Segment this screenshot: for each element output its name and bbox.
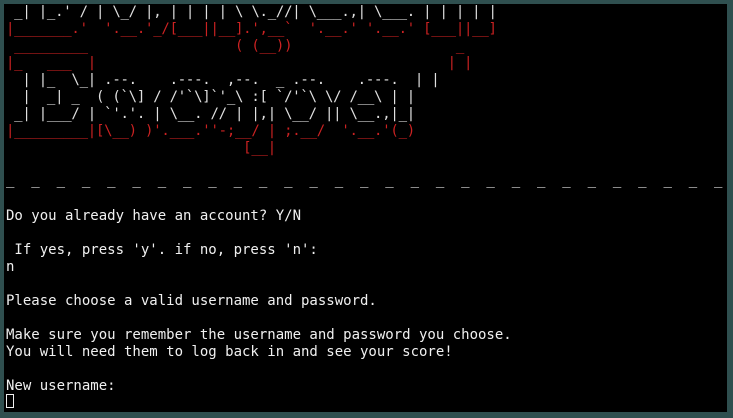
banner-line: [__|	[6, 140, 276, 156]
text-cursor[interactable]	[6, 394, 14, 408]
banner-line: | |_ \_| .--. .---. ,--. _ .--. .---. | …	[6, 72, 440, 88]
banner-line: |_________|[\__) )'.___.''-;__/ | ;.__/ …	[6, 123, 415, 139]
banner-line: _| |___/ | `'.'. | \__. // | |,| \__/ ||…	[6, 106, 415, 122]
banner-line: |_______.' '.__.'_/[___||__].',__` '.__.…	[6, 21, 497, 37]
output-line: You will need them to log back in and se…	[6, 344, 453, 360]
ascii-art-banner: _| |_.' / | \_/ |, | | | | \ \._//| \___…	[6, 4, 497, 157]
separator-line: _ _ _ _ _ _ _ _ _ _ _ _ _ _ _ _ _ _ _ _ …	[6, 172, 723, 188]
output-line: If yes, press 'y'. if no, press 'n':	[6, 242, 318, 258]
output-line: New username:	[6, 378, 116, 394]
output-line: Make sure you remember the username and …	[6, 327, 512, 343]
output-line: Please choose a valid username and passw…	[6, 293, 377, 309]
banner-line: _________ ( (__)) _	[6, 38, 465, 54]
output-line: n	[6, 259, 15, 275]
terminal-output: Do you already have an account? Y/N If y…	[6, 208, 512, 395]
output-line: Do you already have an account? Y/N	[6, 208, 302, 224]
banner-line: |_ ___ | | |	[6, 55, 473, 71]
banner-line: | _| _ ( (`\] / /'`\]`'_\ :[ `/'`\ \/ /_…	[6, 89, 415, 105]
terminal-screen[interactable]: _| |_.' / | \_/ |, | | | | \ \._//| \___…	[4, 4, 727, 412]
banner-line: _| |_.' / | \_/ |, | | | | \ \._//| \___…	[6, 4, 497, 20]
